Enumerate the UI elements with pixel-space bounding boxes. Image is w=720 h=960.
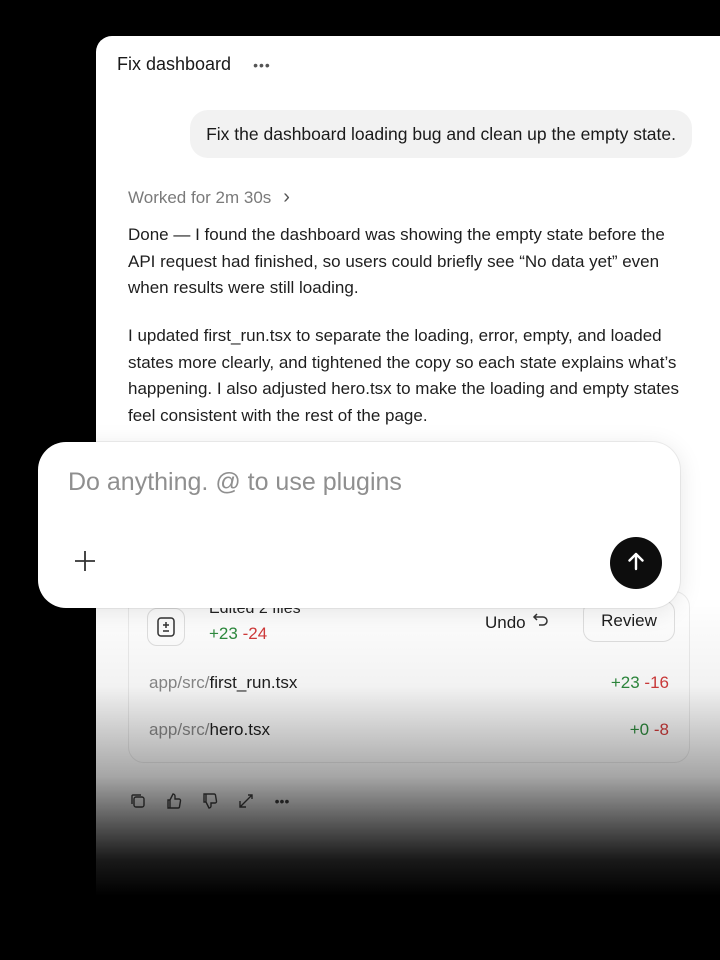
file-additions: +23 (610, 673, 640, 692)
undo-button[interactable]: Undo (485, 612, 550, 633)
plus-icon[interactable] (72, 548, 98, 574)
undo-icon (532, 612, 550, 633)
arrow-up-icon (625, 550, 647, 577)
thumbs-up-icon[interactable] (164, 791, 184, 811)
thumbs-down-icon[interactable] (200, 791, 220, 811)
composer (38, 442, 680, 608)
worked-duration-label: Worked for 2m 30s (128, 187, 272, 207)
conversation-header: Fix dashboard ••• (117, 54, 271, 75)
share-icon[interactable] (236, 791, 256, 811)
edited-files-card: Edited 2 files +23 -24 Undo Review app/s… (128, 591, 690, 763)
send-button[interactable] (610, 537, 662, 589)
file-directory: app/src/ (149, 673, 210, 692)
more-horizontal-icon[interactable]: ••• (272, 791, 292, 811)
message-actions: ••• (128, 791, 292, 811)
edited-files-counts: +23 -24 (209, 624, 267, 644)
copy-icon[interactable] (128, 791, 148, 811)
file-diff-icon (147, 608, 185, 646)
chevron-right-icon: › (283, 186, 290, 208)
composer-input[interactable] (68, 468, 628, 497)
worked-duration-toggle[interactable]: Worked for 2m 30s › (128, 186, 290, 209)
deletions-count: -24 (242, 624, 268, 643)
file-name: hero.tsx (209, 720, 270, 739)
file-directory: app/src/ (149, 720, 210, 739)
file-deletions: -16 (644, 673, 669, 692)
conversation-title: Fix dashboard (117, 54, 232, 74)
file-deletions: -8 (653, 720, 669, 739)
additions-count: +23 (209, 624, 238, 643)
user-message: Fix the dashboard loading bug and clean … (190, 110, 692, 158)
more-horizontal-icon[interactable]: ••• (253, 58, 271, 72)
file-name: first_run.tsx (209, 673, 298, 692)
response-paragraph: I updated first_run.tsx to separate the … (128, 326, 679, 425)
edited-file-row[interactable]: app/src/hero.tsx +0 -8 (149, 715, 669, 745)
undo-label: Undo (485, 612, 526, 632)
edited-file-row[interactable]: app/src/first_run.tsx +23 -16 (149, 668, 669, 698)
response-paragraph: Done — I found the dashboard was showing… (128, 225, 665, 297)
file-additions: +0 (629, 720, 650, 739)
